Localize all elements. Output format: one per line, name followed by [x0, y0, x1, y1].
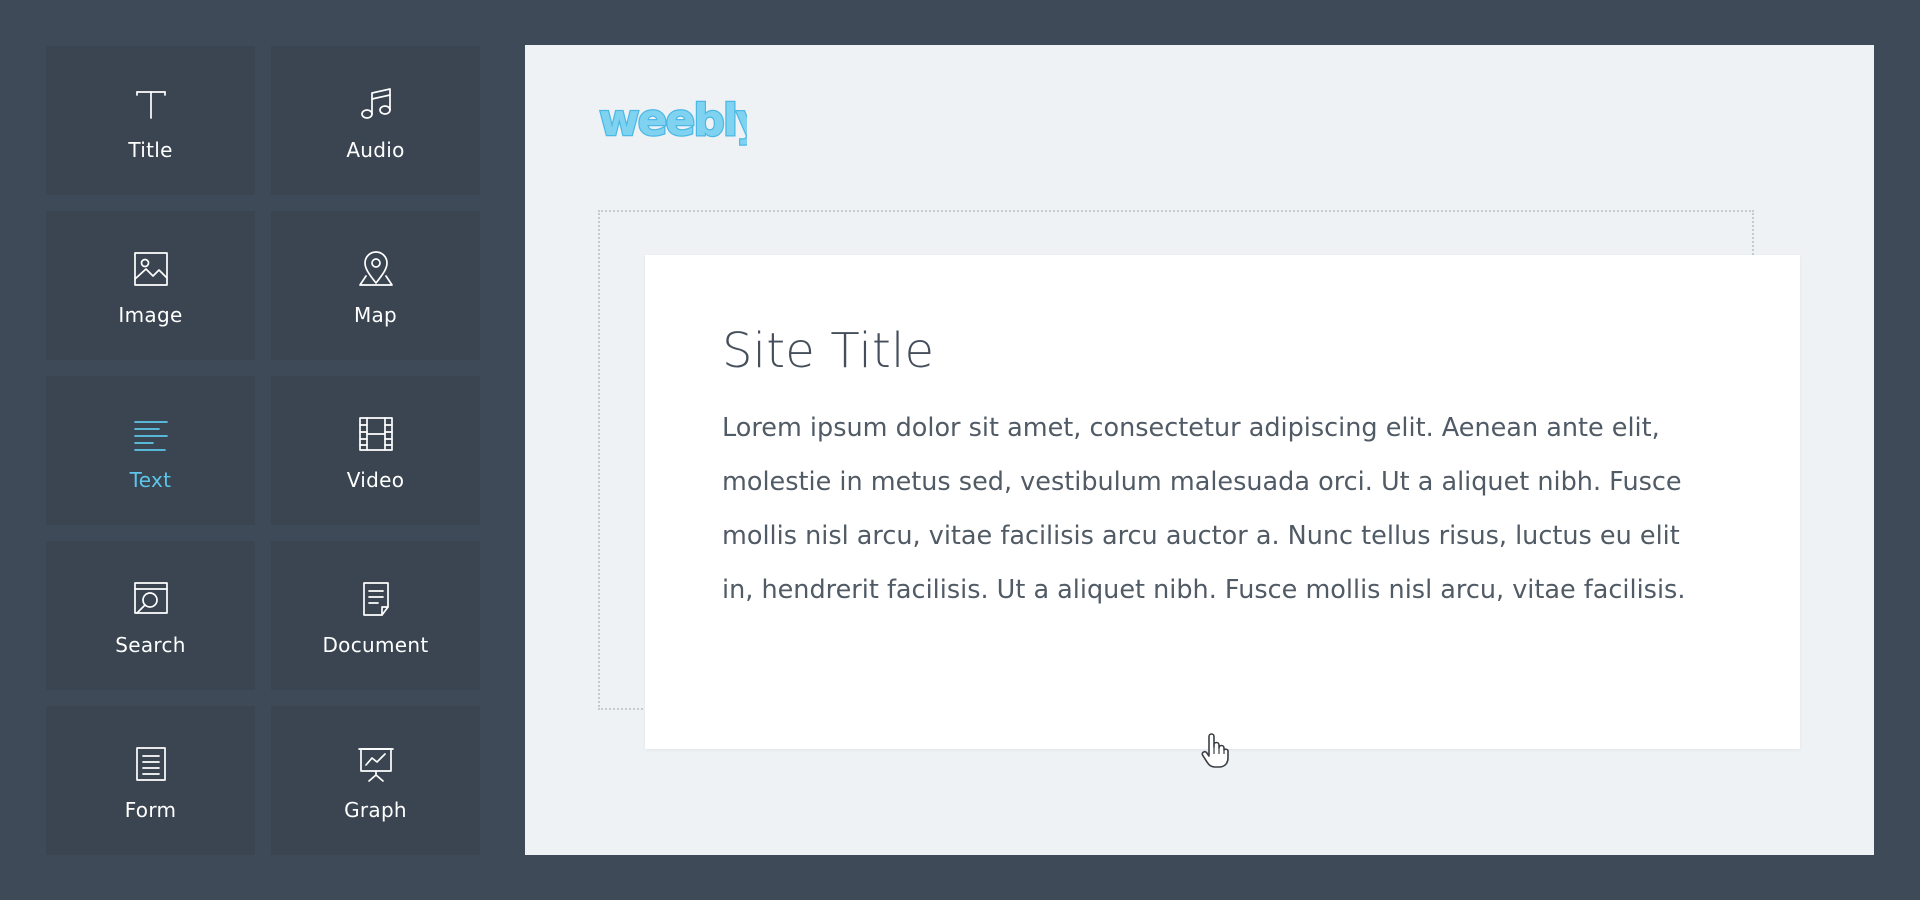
weebly-logo: weebly — [597, 93, 767, 153]
element-palette: Title Audio Image Map Text Video Search … — [46, 46, 480, 856]
body-paragraph[interactable]: Lorem ipsum dolor sit amet, consectetur … — [722, 401, 1690, 617]
element-title[interactable]: Title — [46, 46, 255, 195]
image-icon — [131, 249, 171, 289]
element-label: Graph — [344, 797, 407, 822]
element-grid: Title Audio Image Map Text Video Search … — [46, 46, 480, 855]
element-graph[interactable]: Graph — [271, 706, 480, 855]
element-label: Video — [346, 467, 405, 492]
element-audio[interactable]: Audio — [271, 46, 480, 195]
text-element-card[interactable]: Site Title Lorem ipsum dolor sit amet, c… — [645, 255, 1800, 749]
logo-text: weebly — [599, 95, 747, 146]
map-pin-icon — [356, 249, 396, 289]
element-label: Document — [322, 632, 429, 657]
element-document[interactable]: Document — [271, 541, 480, 690]
document-icon — [356, 579, 396, 619]
music-note-icon — [356, 84, 396, 124]
element-form[interactable]: Form — [46, 706, 255, 855]
element-label: Text — [129, 467, 172, 492]
text-lines-icon — [131, 414, 171, 454]
form-icon — [131, 744, 171, 784]
element-image[interactable]: Image — [46, 211, 255, 360]
site-title[interactable]: Site Title — [722, 323, 1690, 379]
presentation-graph-icon — [356, 744, 396, 784]
element-label: Form — [124, 797, 177, 822]
element-label: Audio — [346, 137, 405, 162]
app-root: Title Audio Image Map Text Video Search … — [0, 0, 1920, 900]
element-label: Search — [115, 632, 186, 657]
element-label: Image — [118, 302, 183, 327]
hand-cursor-icon — [1200, 732, 1230, 770]
element-video[interactable]: Video — [271, 376, 480, 525]
editor-canvas: weebly Site Title Lorem ipsum dolor sit … — [525, 45, 1874, 855]
title-icon — [131, 84, 171, 124]
element-label: Map — [353, 302, 398, 327]
element-map[interactable]: Map — [271, 211, 480, 360]
element-text[interactable]: Text — [46, 376, 255, 525]
film-icon — [356, 414, 396, 454]
element-search[interactable]: Search — [46, 541, 255, 690]
element-label: Title — [128, 137, 173, 162]
search-page-icon — [131, 579, 171, 619]
